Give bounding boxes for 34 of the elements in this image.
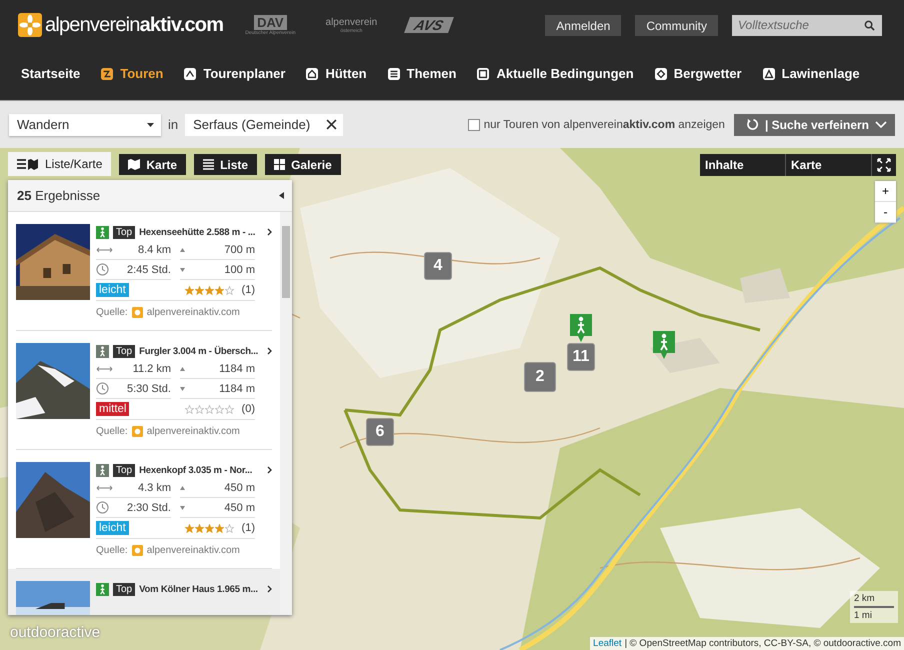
clear-icon[interactable] xyxy=(326,119,338,130)
site-logo[interactable]: alpenvereinaktiv.com xyxy=(45,14,224,36)
header-button[interactable]: Community xyxy=(635,14,718,36)
checkbox[interactable] xyxy=(468,118,480,130)
nav-item[interactable]: Bergwetter xyxy=(654,66,742,81)
nav-item[interactable]: Themen xyxy=(388,66,456,81)
nav-item[interactable]: Tourenplaner xyxy=(184,66,286,81)
nav-icon xyxy=(184,68,196,80)
nav-icon xyxy=(654,68,667,80)
connector-text: in xyxy=(168,117,178,132)
nav-item[interactable]: Aktuelle Bedingungen xyxy=(477,66,634,81)
partner-logo[interactable]: AVS xyxy=(404,17,454,33)
nav-icon xyxy=(762,68,775,80)
category-select[interactable]: Wandern xyxy=(9,114,161,136)
checkbox-label[interactable]: nur Touren von alpenvereinaktiv.com anzeigen xyxy=(484,118,725,130)
location-field[interactable]: Serfaus (Gemeinde) xyxy=(185,114,344,136)
caret-icon[interactable] xyxy=(147,122,154,126)
header-button[interactable]: Anmelden xyxy=(545,14,622,36)
nav-item[interactable]: Lawinenlage xyxy=(762,66,860,81)
search-field[interactable]: Volltextsuche xyxy=(732,14,882,36)
nav-item[interactable]: Hütten xyxy=(306,66,367,81)
nav-icon xyxy=(477,68,490,80)
nav-item[interactable]: Touren xyxy=(101,66,164,81)
nav-item[interactable]: Startseite xyxy=(21,66,80,81)
partner-logo[interactable]: DAV xyxy=(254,14,287,30)
nav-icon xyxy=(388,68,400,80)
nav-icon xyxy=(306,68,318,80)
search-icon[interactable] xyxy=(864,20,875,30)
edelweiss-logo-icon xyxy=(18,13,42,37)
nav-icon xyxy=(101,68,114,80)
refine-search-button[interactable]: | Suche verfeinern xyxy=(734,114,895,136)
partner-logo[interactable]: alpenverein xyxy=(326,16,378,28)
chevron-down-icon xyxy=(875,120,887,128)
refresh-icon xyxy=(746,118,759,131)
